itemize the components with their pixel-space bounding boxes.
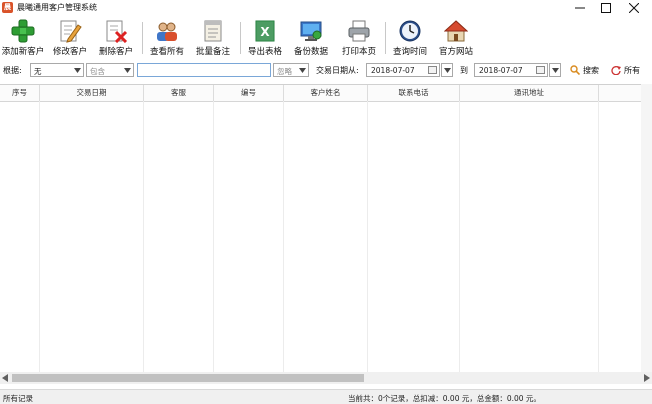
- horizontal-scrollbar[interactable]: [0, 372, 652, 384]
- toolbar-separator: [142, 22, 143, 54]
- print-page-button[interactable]: 打印本页: [339, 17, 379, 57]
- delete-document-icon: [106, 20, 128, 43]
- refresh-icon: [611, 66, 621, 75]
- minimize-icon: [575, 7, 585, 9]
- close-button[interactable]: [620, 0, 648, 16]
- column-header-service[interactable]: 客服: [144, 85, 214, 101]
- column-divider: [367, 101, 368, 373]
- search-button-label: 搜索: [583, 65, 599, 75]
- chevron-down-icon: [551, 67, 559, 73]
- home-icon: [444, 20, 468, 42]
- title-bar: 晨 晨曦通用客户管理系统: [0, 0, 652, 16]
- toolbar: 添加新客户 修改客户 删除客户 查看所有 批量备注 X 导出表格 备份数据 打印…: [0, 16, 652, 58]
- chevron-down-icon: [297, 64, 308, 76]
- date-to-picker[interactable]: 2018-07-07: [474, 63, 548, 77]
- status-summary-text: 当前共：0个记录，总扣减：0.00 元，总金额：0.00 元。: [348, 394, 541, 403]
- scrollbar-thumb[interactable]: [12, 374, 364, 382]
- status-left-text: 所有记录: [3, 394, 33, 403]
- search-button[interactable]: 搜索: [570, 62, 599, 78]
- date-from-label: 交易日期从:: [316, 66, 359, 75]
- edit-document-icon: [60, 20, 82, 43]
- delete-customer-label: 删除客户: [98, 47, 133, 57]
- column-header-index[interactable]: 序号: [0, 85, 40, 101]
- green-plus-icon: [11, 19, 35, 43]
- export-table-button[interactable]: X 导出表格: [245, 17, 285, 57]
- add-customer-button[interactable]: 添加新客户: [0, 17, 46, 57]
- minimize-button[interactable]: [566, 0, 594, 16]
- ignore-select[interactable]: 忽略: [273, 63, 309, 77]
- monitor-icon: [300, 21, 322, 41]
- add-customer-label: 添加新客户: [1, 47, 45, 57]
- chevron-down-icon: [443, 67, 451, 73]
- app-logo-icon: 晨: [2, 2, 13, 13]
- customer-table: 序号 交易日期 客服 编号 客户姓名 联系电话 通讯地址: [0, 84, 641, 373]
- printer-icon: [348, 20, 370, 42]
- column-divider: [213, 101, 214, 373]
- date-from-dropdown[interactable]: [441, 63, 453, 77]
- edit-customer-button[interactable]: 修改客户: [50, 17, 90, 57]
- ignore-select-value: 忽略: [277, 67, 292, 76]
- notepad-icon: [204, 20, 222, 42]
- close-icon: [629, 3, 639, 13]
- match-select-value: 包含: [90, 67, 105, 76]
- print-page-label: 打印本页: [341, 47, 376, 57]
- column-divider: [39, 101, 40, 373]
- users-icon: [157, 22, 177, 41]
- column-header-number[interactable]: 编号: [214, 85, 284, 101]
- check-time-label: 查询时间: [392, 47, 427, 57]
- window-title: 晨曦通用客户管理系统: [17, 3, 97, 12]
- table-header: 序号 交易日期 客服 编号 客户姓名 联系电话 通讯地址: [0, 85, 641, 102]
- column-divider: [459, 101, 460, 373]
- date-from-value: 2018-07-07: [371, 66, 415, 75]
- field-select-value: 无: [34, 67, 42, 76]
- date-to-value: 2018-07-07: [479, 66, 523, 75]
- edit-customer-label: 修改客户: [52, 47, 87, 57]
- view-all-button[interactable]: 查看所有: [147, 17, 187, 57]
- official-site-button[interactable]: 官方网站: [436, 17, 476, 57]
- all-button[interactable]: 所有: [611, 62, 640, 78]
- app-window: 晨 晨曦通用客户管理系统 添加新客户 修改客户 删除客户 查看所有 批量备注 X…: [0, 0, 652, 404]
- vertical-scrollbar[interactable]: [641, 84, 652, 372]
- column-header-trade-date[interactable]: 交易日期: [40, 85, 144, 101]
- column-divider: [143, 101, 144, 373]
- excel-icon: X: [255, 20, 275, 42]
- maximize-icon: [601, 3, 611, 13]
- column-header-address[interactable]: 通讯地址: [460, 85, 599, 101]
- column-divider: [283, 101, 284, 373]
- calendar-icon: [536, 66, 545, 74]
- chevron-down-icon: [122, 64, 133, 76]
- keyword-input[interactable]: [137, 63, 271, 77]
- clock-icon: [399, 20, 421, 42]
- search-icon: [570, 65, 580, 75]
- maximize-button[interactable]: [592, 0, 620, 16]
- calendar-icon: [428, 66, 437, 74]
- backup-data-button[interactable]: 备份数据: [291, 17, 331, 57]
- filter-bar: 根据: 无 包含 忽略 交易日期从: 2018-07-07 到 2018-07-…: [0, 58, 652, 82]
- date-to-dropdown[interactable]: [549, 63, 561, 77]
- batch-note-label: 批量备注: [195, 47, 230, 57]
- toolbar-separator: [240, 22, 241, 54]
- column-header-phone[interactable]: 联系电话: [368, 85, 460, 101]
- status-bar: 所有记录 当前共：0个记录，总扣减：0.00 元，总金额：0.00 元。: [0, 389, 652, 404]
- export-table-label: 导出表格: [247, 47, 282, 57]
- backup-data-label: 备份数据: [293, 47, 328, 57]
- match-select[interactable]: 包含: [86, 63, 134, 77]
- field-select[interactable]: 无: [30, 63, 84, 77]
- batch-note-button[interactable]: 批量备注: [193, 17, 233, 57]
- all-button-label: 所有: [624, 65, 640, 75]
- view-all-label: 查看所有: [149, 47, 184, 57]
- date-from-picker[interactable]: 2018-07-07: [366, 63, 440, 77]
- check-time-button[interactable]: 查询时间: [390, 17, 430, 57]
- scroll-right-arrow-icon: [644, 374, 650, 382]
- delete-customer-button[interactable]: 删除客户: [96, 17, 136, 57]
- column-divider: [598, 101, 599, 373]
- to-label: 到: [460, 66, 468, 75]
- official-site-label: 官方网站: [438, 47, 473, 57]
- column-header-customer-name[interactable]: 客户姓名: [284, 85, 368, 101]
- chevron-down-icon: [72, 64, 83, 76]
- svg-text:X: X: [260, 25, 270, 39]
- scroll-left-arrow-icon: [2, 374, 8, 382]
- basis-label: 根据:: [3, 66, 22, 75]
- toolbar-separator: [385, 22, 386, 54]
